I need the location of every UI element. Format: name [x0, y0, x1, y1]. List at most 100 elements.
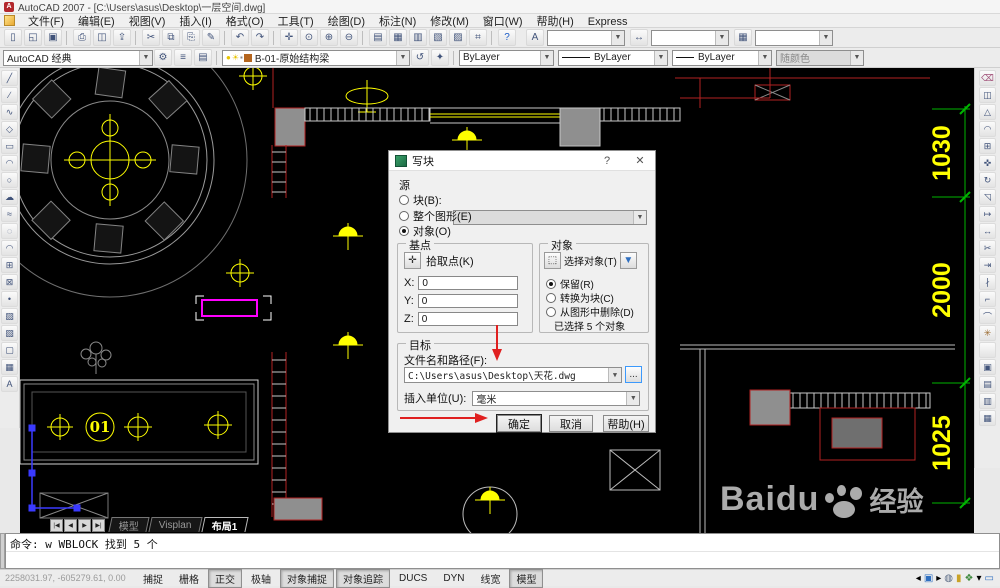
- toggle-otrack[interactable]: 对象追踪: [336, 569, 390, 588]
- arc-icon[interactable]: ◠: [1, 155, 18, 171]
- linetype-combo[interactable]: ByLayer ▼: [558, 50, 668, 66]
- publish-icon[interactable]: ⇪: [113, 29, 131, 46]
- ellipse-arc-icon[interactable]: ◠: [1, 240, 18, 256]
- menu-item[interactable]: 帮助(H): [530, 16, 581, 28]
- radio-delete[interactable]: [546, 307, 556, 317]
- x-input[interactable]: 0: [418, 276, 518, 290]
- polyline-icon[interactable]: ∿: [1, 104, 18, 120]
- separator[interactable]: [135, 31, 138, 45]
- toggle-ortho[interactable]: 正交: [208, 569, 242, 588]
- toggle-dyn[interactable]: DYN: [436, 571, 471, 586]
- zoom-previous-icon[interactable]: ⊖: [340, 29, 358, 46]
- layer-combo[interactable]: ● ☀ ▪ B-01-原始结构梁 ▼: [222, 50, 410, 66]
- z-input[interactable]: 0: [418, 312, 518, 326]
- layer-properties-icon[interactable]: ≡: [174, 49, 192, 66]
- layout-preview-icon[interactable]: ▣: [924, 573, 933, 584]
- browse-button[interactable]: ...: [625, 366, 642, 383]
- toggle-model[interactable]: 模型: [509, 569, 543, 588]
- chevron-down-icon[interactable]: ▼: [715, 31, 728, 45]
- make-block-icon[interactable]: ⊠: [1, 274, 18, 290]
- make-object-layer-icon[interactable]: ✦: [431, 49, 449, 66]
- selected-block[interactable]: [196, 296, 271, 320]
- radio-entire-row[interactable]: 整个图形(E): [399, 208, 472, 224]
- draworder-back-icon[interactable]: ▤: [979, 376, 996, 392]
- style-icon[interactable]: ▦: [734, 29, 752, 46]
- radio-block[interactable]: [399, 195, 409, 205]
- radio-retain-row[interactable]: 保留(R): [546, 276, 594, 291]
- menu-item[interactable]: 插入(I): [172, 16, 218, 28]
- copy-object-icon[interactable]: ◫: [979, 87, 996, 103]
- chevron-down-icon[interactable]: ▼: [758, 51, 771, 65]
- menu-item[interactable]: 文件(F): [21, 16, 71, 28]
- toggle-grid[interactable]: 栅格: [172, 569, 206, 588]
- menu-item[interactable]: 编辑(E): [71, 16, 122, 28]
- draworder-front-icon[interactable]: ▣: [979, 359, 996, 375]
- separator[interactable]: [273, 31, 276, 45]
- dialog-close-button[interactable]: ✕: [631, 154, 649, 167]
- tool-palettes-icon[interactable]: ▥: [409, 29, 427, 46]
- tab-next-button[interactable]: ▶: [78, 519, 91, 532]
- trim-icon[interactable]: ✂: [979, 240, 996, 256]
- help-icon[interactable]: ?: [498, 29, 516, 46]
- plot-icon[interactable]: ⎙: [73, 29, 91, 46]
- filename-combo[interactable]: C:\Users\asus\Desktop\天花.dwg ▼: [404, 367, 622, 383]
- region-icon[interactable]: ▢: [1, 342, 18, 358]
- menu-item[interactable]: Express: [581, 16, 635, 28]
- style-icon[interactable]: A: [526, 29, 544, 46]
- zoom-realtime-icon[interactable]: ⊙: [300, 29, 318, 46]
- ok-button[interactable]: 确定: [497, 415, 541, 432]
- designcenter-icon[interactable]: ▦: [389, 29, 407, 46]
- redo-icon[interactable]: ↷: [251, 29, 269, 46]
- separator[interactable]: [362, 31, 365, 45]
- radio-delete-row[interactable]: 从图形中删除(D): [546, 304, 634, 319]
- separator[interactable]: [66, 31, 69, 45]
- layer-states-icon[interactable]: ▤: [194, 49, 212, 66]
- chevron-down-icon[interactable]: ▼: [540, 51, 553, 65]
- style-combo[interactable]: ▼: [755, 30, 833, 46]
- mtext-icon[interactable]: A: [1, 376, 18, 392]
- style-icon[interactable]: ↔: [630, 29, 648, 46]
- lengthen-icon[interactable]: ↔: [979, 223, 996, 239]
- style-combo[interactable]: ▼: [547, 30, 625, 46]
- style-combo[interactable]: ▼: [651, 30, 729, 46]
- save-icon[interactable]: ▣: [44, 29, 62, 46]
- cut-icon[interactable]: ✂: [142, 29, 160, 46]
- circle-icon[interactable]: ○: [1, 172, 18, 188]
- gradient-icon[interactable]: ▧: [1, 325, 18, 341]
- tab-first-button[interactable]: |◀: [50, 519, 63, 532]
- help-button[interactable]: 帮助(H): [603, 415, 649, 432]
- menu-item[interactable]: 工具(T): [271, 16, 321, 28]
- tray-arrow-icon[interactable]: ▾: [977, 573, 982, 584]
- tab-model[interactable]: 模型: [108, 517, 149, 532]
- chevron-down-icon[interactable]: ▼: [396, 51, 409, 65]
- chevron-down-icon[interactable]: ▼: [654, 51, 667, 65]
- toolbar-lock-icon[interactable]: ▮: [956, 573, 962, 584]
- chevron-down-icon[interactable]: ▼: [819, 31, 832, 45]
- status-nav-left-icon[interactable]: ◂: [916, 573, 921, 584]
- new-file-icon[interactable]: ▯: [4, 29, 22, 46]
- quick-select-button[interactable]: ▼: [620, 252, 637, 269]
- chevron-down-icon[interactable]: ▼: [626, 392, 639, 405]
- clean-screen-icon[interactable]: ▭: [985, 573, 994, 584]
- hatch-icon[interactable]: ▨: [1, 308, 18, 324]
- radio-objects[interactable]: [399, 226, 409, 236]
- status-nav-right-icon[interactable]: ▸: [936, 573, 941, 584]
- tab-layout1[interactable]: 布局1: [201, 517, 248, 532]
- mirror-icon[interactable]: △: [979, 104, 996, 120]
- fillet-icon[interactable]: ⌒: [979, 308, 996, 324]
- sheet-set-icon[interactable]: ▧: [429, 29, 447, 46]
- chevron-down-icon[interactable]: ▼: [611, 31, 624, 45]
- separator[interactable]: [491, 31, 494, 45]
- units-combo[interactable]: 毫米 ▼: [472, 391, 640, 406]
- layer-previous-icon[interactable]: ↺: [411, 49, 429, 66]
- polygon-icon[interactable]: ◇: [1, 121, 18, 137]
- draworder-below-icon[interactable]: ▦: [979, 410, 996, 426]
- color-combo[interactable]: ByLayer ▼: [459, 50, 554, 66]
- toggle-snap[interactable]: 捕捉: [136, 569, 170, 588]
- copy-icon[interactable]: ⧉: [162, 29, 180, 46]
- separator[interactable]: [224, 31, 227, 45]
- match-properties-icon[interactable]: ✎: [202, 29, 220, 46]
- tab-visplan[interactable]: Visplan: [148, 517, 202, 532]
- separator[interactable]: [979, 342, 996, 358]
- zoom-window-icon[interactable]: ⊕: [320, 29, 338, 46]
